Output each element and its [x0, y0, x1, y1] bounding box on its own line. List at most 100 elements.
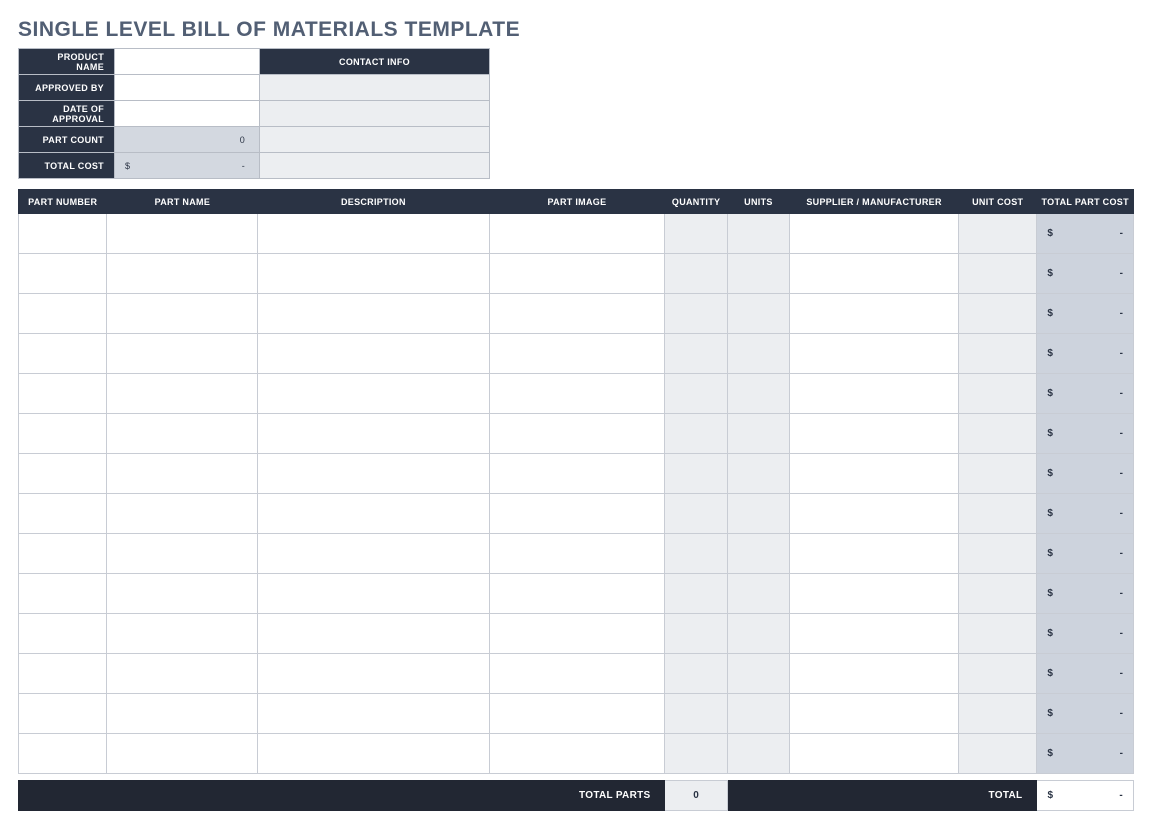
cell-part-image[interactable]	[489, 694, 665, 734]
cell-units[interactable]	[727, 454, 789, 494]
cell-part-image[interactable]	[489, 374, 665, 414]
cell-part-name[interactable]	[107, 494, 258, 534]
cell-supplier[interactable]	[790, 654, 959, 694]
cell-part-image[interactable]	[489, 534, 665, 574]
cell-unit-cost[interactable]	[959, 574, 1037, 614]
cell-supplier[interactable]	[790, 614, 959, 654]
cell-quantity[interactable]	[665, 734, 727, 774]
value-contact-2[interactable]	[260, 101, 490, 127]
cell-supplier[interactable]	[790, 454, 959, 494]
cell-description[interactable]	[258, 454, 489, 494]
value-contact-3[interactable]	[260, 127, 490, 153]
cell-unit-cost[interactable]	[959, 254, 1037, 294]
cell-part-name[interactable]	[107, 574, 258, 614]
cell-quantity[interactable]	[665, 414, 727, 454]
cell-supplier[interactable]	[790, 494, 959, 534]
cell-part-image[interactable]	[489, 734, 665, 774]
cell-part-image[interactable]	[489, 614, 665, 654]
cell-supplier[interactable]	[790, 574, 959, 614]
cell-description[interactable]	[258, 654, 489, 694]
cell-unit-cost[interactable]	[959, 414, 1037, 454]
cell-description[interactable]	[258, 374, 489, 414]
cell-units[interactable]	[727, 654, 789, 694]
cell-part-name[interactable]	[107, 614, 258, 654]
cell-part-name[interactable]	[107, 294, 258, 334]
cell-unit-cost[interactable]	[959, 534, 1037, 574]
cell-unit-cost[interactable]	[959, 294, 1037, 334]
cell-unit-cost[interactable]	[959, 374, 1037, 414]
cell-unit-cost[interactable]	[959, 614, 1037, 654]
cell-part-number[interactable]	[19, 574, 107, 614]
cell-part-number[interactable]	[19, 254, 107, 294]
cell-part-image[interactable]	[489, 574, 665, 614]
cell-units[interactable]	[727, 334, 789, 374]
cell-units[interactable]	[727, 694, 789, 734]
cell-unit-cost[interactable]	[959, 334, 1037, 374]
cell-quantity[interactable]	[665, 294, 727, 334]
cell-description[interactable]	[258, 214, 489, 254]
cell-part-image[interactable]	[489, 414, 665, 454]
cell-supplier[interactable]	[790, 534, 959, 574]
cell-part-image[interactable]	[489, 214, 665, 254]
cell-supplier[interactable]	[790, 294, 959, 334]
cell-quantity[interactable]	[665, 614, 727, 654]
cell-quantity[interactable]	[665, 214, 727, 254]
cell-units[interactable]	[727, 414, 789, 454]
cell-unit-cost[interactable]	[959, 214, 1037, 254]
cell-description[interactable]	[258, 694, 489, 734]
cell-part-name[interactable]	[107, 214, 258, 254]
cell-part-name[interactable]	[107, 414, 258, 454]
cell-quantity[interactable]	[665, 454, 727, 494]
cell-part-name[interactable]	[107, 254, 258, 294]
cell-description[interactable]	[258, 734, 489, 774]
cell-part-name[interactable]	[107, 454, 258, 494]
value-date-of-approval[interactable]	[115, 101, 260, 127]
cell-part-number[interactable]	[19, 734, 107, 774]
cell-part-number[interactable]	[19, 214, 107, 254]
cell-part-name[interactable]	[107, 374, 258, 414]
cell-part-name[interactable]	[107, 534, 258, 574]
cell-description[interactable]	[258, 534, 489, 574]
cell-supplier[interactable]	[790, 734, 959, 774]
cell-part-image[interactable]	[489, 294, 665, 334]
cell-part-name[interactable]	[107, 694, 258, 734]
cell-part-number[interactable]	[19, 694, 107, 734]
cell-part-number[interactable]	[19, 454, 107, 494]
cell-description[interactable]	[258, 334, 489, 374]
cell-units[interactable]	[727, 574, 789, 614]
cell-part-number[interactable]	[19, 614, 107, 654]
cell-quantity[interactable]	[665, 334, 727, 374]
cell-part-number[interactable]	[19, 334, 107, 374]
value-product-name[interactable]	[115, 49, 260, 75]
cell-part-number[interactable]	[19, 534, 107, 574]
cell-part-number[interactable]	[19, 414, 107, 454]
cell-unit-cost[interactable]	[959, 694, 1037, 734]
cell-supplier[interactable]	[790, 694, 959, 734]
cell-part-name[interactable]	[107, 334, 258, 374]
cell-part-image[interactable]	[489, 654, 665, 694]
cell-part-image[interactable]	[489, 494, 665, 534]
cell-units[interactable]	[727, 494, 789, 534]
cell-unit-cost[interactable]	[959, 494, 1037, 534]
cell-unit-cost[interactable]	[959, 654, 1037, 694]
cell-units[interactable]	[727, 254, 789, 294]
cell-quantity[interactable]	[665, 534, 727, 574]
cell-units[interactable]	[727, 534, 789, 574]
cell-unit-cost[interactable]	[959, 734, 1037, 774]
cell-description[interactable]	[258, 494, 489, 534]
cell-supplier[interactable]	[790, 334, 959, 374]
cell-units[interactable]	[727, 614, 789, 654]
value-contact-4[interactable]	[260, 153, 490, 179]
cell-part-number[interactable]	[19, 374, 107, 414]
cell-units[interactable]	[727, 214, 789, 254]
value-approved-by[interactable]	[115, 75, 260, 101]
cell-supplier[interactable]	[790, 214, 959, 254]
cell-quantity[interactable]	[665, 694, 727, 734]
cell-supplier[interactable]	[790, 374, 959, 414]
cell-part-name[interactable]	[107, 734, 258, 774]
cell-part-name[interactable]	[107, 654, 258, 694]
value-contact-1[interactable]	[260, 75, 490, 101]
cell-supplier[interactable]	[790, 254, 959, 294]
cell-quantity[interactable]	[665, 654, 727, 694]
cell-units[interactable]	[727, 294, 789, 334]
